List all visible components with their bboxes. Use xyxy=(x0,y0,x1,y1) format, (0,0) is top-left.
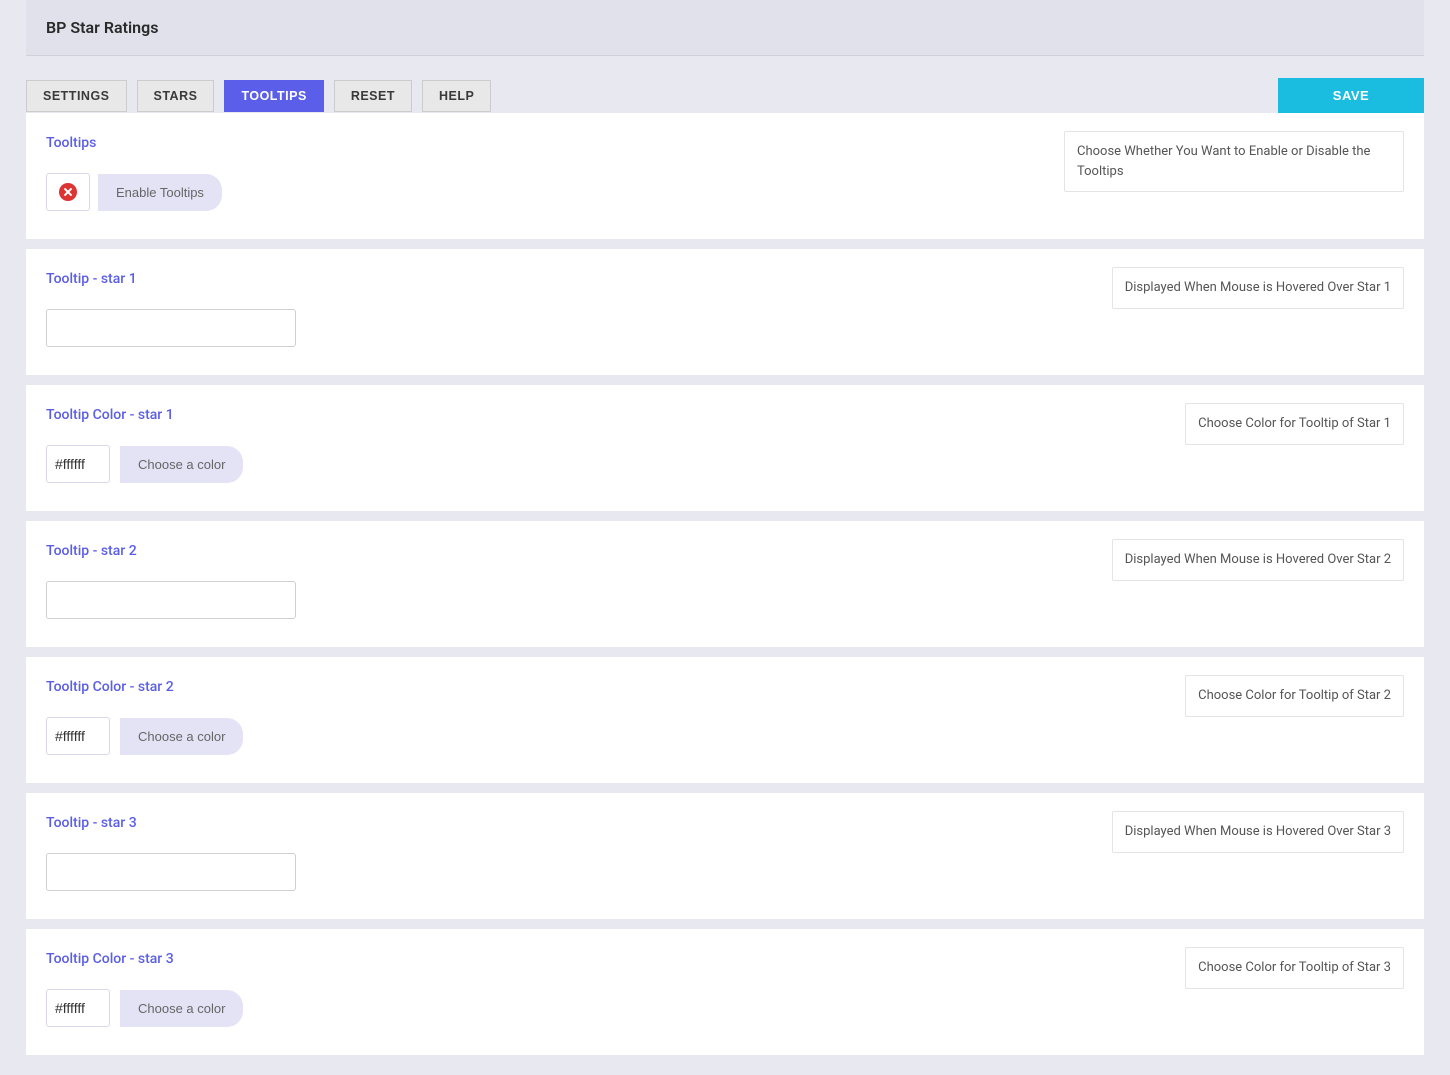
panel-tooltip-color-star3: Choose Color for Tooltip of Star 3 Toolt… xyxy=(26,929,1424,1055)
color-row-star2: Choose a color xyxy=(46,717,1404,755)
help-text-color-star3: Choose Color for Tooltip of Star 3 xyxy=(1185,947,1404,989)
page-title: BP Star Ratings xyxy=(46,18,1404,37)
tab-stars[interactable]: STARS xyxy=(137,80,215,112)
enable-tooltips-button[interactable]: Enable Tooltips xyxy=(98,174,222,211)
panel-tooltip-star1: Displayed When Mouse is Hovered Over Sta… xyxy=(26,249,1424,375)
choose-color-star2-button[interactable]: Choose a color xyxy=(120,718,243,755)
tabs: SETTINGS STARS TOOLTIPS RESET HELP xyxy=(26,80,1268,112)
help-text-star2: Displayed When Mouse is Hovered Over Sta… xyxy=(1112,539,1404,581)
save-button[interactable]: SAVE xyxy=(1278,78,1424,113)
tooltip-star3-input[interactable] xyxy=(46,853,296,891)
choose-color-star1-button[interactable]: Choose a color xyxy=(120,446,243,483)
help-text-tooltips: Choose Whether You Want to Enable or Dis… xyxy=(1064,131,1404,192)
panel-tooltip-color-star1: Choose Color for Tooltip of Star 1 Toolt… xyxy=(26,385,1424,511)
tooltip-star1-input[interactable] xyxy=(46,309,296,347)
tab-settings[interactable]: SETTINGS xyxy=(26,80,127,112)
help-text-star1: Displayed When Mouse is Hovered Over Sta… xyxy=(1112,267,1404,309)
help-text-star3: Displayed When Mouse is Hovered Over Sta… xyxy=(1112,811,1404,853)
page-header: BP Star Ratings xyxy=(26,0,1424,56)
panel-tooltip-star2: Displayed When Mouse is Hovered Over Sta… xyxy=(26,521,1424,647)
disabled-icon xyxy=(59,183,77,201)
choose-color-star3-button[interactable]: Choose a color xyxy=(120,990,243,1027)
tab-tooltips[interactable]: TOOLTIPS xyxy=(224,80,323,112)
tooltips-toggle[interactable] xyxy=(46,173,90,211)
tooltip-color-star1-input[interactable] xyxy=(46,445,110,483)
help-text-color-star1: Choose Color for Tooltip of Star 1 xyxy=(1185,403,1404,445)
tab-help[interactable]: HELP xyxy=(422,80,491,112)
help-text-color-star2: Choose Color for Tooltip of Star 2 xyxy=(1185,675,1404,717)
color-row-star1: Choose a color xyxy=(46,445,1404,483)
tooltip-star2-input[interactable] xyxy=(46,581,296,619)
panel-tooltip-color-star2: Choose Color for Tooltip of Star 2 Toolt… xyxy=(26,657,1424,783)
tooltip-color-star3-input[interactable] xyxy=(46,989,110,1027)
tooltip-color-star2-input[interactable] xyxy=(46,717,110,755)
nav-row: SETTINGS STARS TOOLTIPS RESET HELP SAVE xyxy=(26,56,1424,113)
panel-tooltip-star3: Displayed When Mouse is Hovered Over Sta… xyxy=(26,793,1424,919)
panel-tooltips-enable: Choose Whether You Want to Enable or Dis… xyxy=(26,113,1424,239)
tab-reset[interactable]: RESET xyxy=(334,80,412,112)
color-row-star3: Choose a color xyxy=(46,989,1404,1027)
